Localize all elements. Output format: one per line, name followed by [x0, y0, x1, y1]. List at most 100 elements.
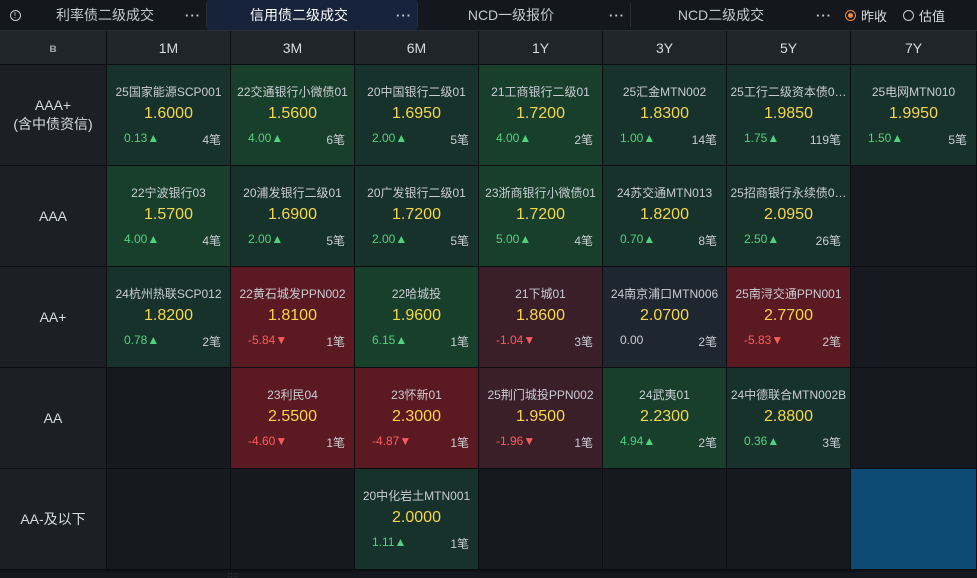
- bond-cell[interactable]: 20中化岩土MTN001 2.0000 1.11▲ 1笔: [355, 469, 479, 570]
- column-header[interactable]: 1M: [107, 31, 231, 65]
- tab-ncd-primary-quotes[interactable]: NCD一级报价 ···: [418, 0, 630, 30]
- empty-cell[interactable]: [851, 267, 977, 368]
- rating-label: AA+: [39, 308, 67, 325]
- bond-name: 20中化岩土MTN001: [362, 489, 471, 503]
- bond-cell[interactable]: 25工行二级资本债0… 1.9850 1.75▲ 119笔: [727, 65, 851, 166]
- yield-change: 2.00▲: [248, 232, 284, 246]
- bond-cell[interactable]: 22交通银行小微债01 1.5600 4.00▲ 6笔: [231, 65, 355, 166]
- empty-cell[interactable]: [231, 469, 355, 570]
- bond-cell[interactable]: 21下城01 1.8600 -1.04▼ 3笔: [479, 267, 603, 368]
- yield-change: 2.00▲: [372, 232, 408, 246]
- yield-change: -4.60▼: [248, 434, 288, 448]
- bond-cell[interactable]: 25荆门城投PPN002 1.9500 -1.96▼ 1笔: [479, 368, 603, 469]
- trade-count: 119笔: [809, 133, 841, 147]
- trade-count: 4笔: [202, 133, 221, 147]
- bond-cell[interactable]: 20中国银行二级01 1.6950 2.00▲ 5笔: [355, 65, 479, 166]
- bond-yield: 2.8800: [764, 408, 813, 425]
- tab-ncd-secondary-trades[interactable]: NCD二级成交 ···: [631, 0, 837, 30]
- yield-change: -5.84▼: [248, 333, 288, 347]
- trade-count: 1笔: [450, 436, 469, 450]
- bond-yield: 2.3000: [392, 408, 441, 425]
- bond-name: 24中德联合MTN002B: [730, 388, 847, 402]
- bond-logo-icon: ʙ: [49, 40, 57, 55]
- empty-cell[interactable]: [107, 469, 231, 570]
- more-options-icon[interactable]: ···: [391, 8, 417, 23]
- bond-name: 25南浔交通PPN001: [735, 287, 842, 301]
- info-button[interactable]: !: [0, 0, 30, 30]
- trade-count: 2笔: [698, 335, 717, 349]
- radio-label: 估值: [919, 8, 946, 24]
- column-header[interactable]: 6M: [355, 31, 479, 65]
- bond-yield: 1.8100: [268, 307, 317, 324]
- trade-count: 4笔: [574, 234, 593, 248]
- bond-cell[interactable]: 20广发银行二级01 1.7200 2.00▲ 5笔: [355, 166, 479, 267]
- bond-cell[interactable]: 24杭州热联SCP012 1.8200 0.78▲ 2笔: [107, 267, 231, 368]
- bond-cell[interactable]: 23浙商银行小微债01 1.7200 5.00▲ 4笔: [479, 166, 603, 267]
- bond-cell[interactable]: 20浦发银行二级01 1.6900 2.00▲ 5笔: [231, 166, 355, 267]
- bond-yield: 2.7700: [764, 307, 813, 324]
- bond-name: 25荆门城投PPN002: [487, 388, 594, 402]
- more-options-icon[interactable]: ···: [180, 8, 206, 23]
- price-basis-radio-group: 昨收 估值: [845, 0, 961, 30]
- bond-name: 21下城01: [515, 287, 566, 301]
- bond-cell[interactable]: 24苏交通MTN013 1.8200 0.70▲ 8笔: [603, 166, 727, 267]
- empty-cell[interactable]: [851, 469, 977, 570]
- empty-cell[interactable]: [107, 368, 231, 469]
- bond-cell[interactable]: 25国家能源SCP001 1.6000 0.13▲ 4笔: [107, 65, 231, 166]
- bond-cell[interactable]: 22黄石城发PPN002 1.8100 -5.84▼ 1笔: [231, 267, 355, 368]
- tab-credit-bond-trades[interactable]: 信用债二级成交 ···: [207, 0, 417, 30]
- bond-name: 25招商银行永续债0…: [730, 186, 847, 200]
- resize-handle[interactable]: ::::: [0, 572, 977, 578]
- bond-cell[interactable]: 23利民04 2.5500 -4.60▼ 1笔: [231, 368, 355, 469]
- bond-yield: 2.2300: [640, 408, 689, 425]
- yield-change: 4.00▲: [496, 131, 532, 145]
- bond-cell[interactable]: 22宁波银行03 1.5700 4.00▲ 4笔: [107, 166, 231, 267]
- column-header[interactable]: 3Y: [603, 31, 727, 65]
- yield-change: 0.78▲: [124, 333, 160, 347]
- bond-cell[interactable]: 24中德联合MTN002B 2.8800 0.36▲ 3笔: [727, 368, 851, 469]
- corner-header[interactable]: ʙ: [0, 31, 107, 65]
- empty-cell[interactable]: [727, 469, 851, 570]
- empty-cell[interactable]: [479, 469, 603, 570]
- trade-count: 4笔: [202, 234, 221, 248]
- bond-yield: 1.5600: [268, 105, 317, 122]
- radio-prev-close[interactable]: 昨收: [845, 6, 887, 25]
- trade-count: 1笔: [450, 537, 469, 551]
- column-header[interactable]: 3M: [231, 31, 355, 65]
- bond-cell[interactable]: 24南京浦口MTN006 2.0700 0.00 2笔: [603, 267, 727, 368]
- empty-cell[interactable]: [603, 469, 727, 570]
- bond-cell[interactable]: 22哈城投 1.9600 6.15▲ 1笔: [355, 267, 479, 368]
- radio-unchecked-icon: [903, 9, 915, 21]
- radio-valuation[interactable]: 估值: [903, 6, 945, 25]
- trade-count: 5笔: [450, 234, 469, 248]
- column-header[interactable]: 5Y: [727, 31, 851, 65]
- bond-cell[interactable]: 25南浔交通PPN001 2.7700 -5.83▼ 2笔: [727, 267, 851, 368]
- tab-label: 利率债二级成交: [56, 7, 154, 23]
- bond-cell[interactable]: 25汇金MTN002 1.8300 1.00▲ 14笔: [603, 65, 727, 166]
- yield-change: 4.94▲: [620, 434, 656, 448]
- bond-yield: 1.5700: [144, 206, 193, 223]
- trade-count: 2笔: [698, 436, 717, 450]
- yield-change: 1.11▲: [372, 535, 407, 549]
- bond-cell[interactable]: 23怀新01 2.3000 -4.87▼ 1笔: [355, 368, 479, 469]
- bond-cell[interactable]: 24武夷01 2.2300 4.94▲ 2笔: [603, 368, 727, 469]
- bond-yield: 1.7200: [516, 206, 565, 223]
- empty-cell[interactable]: [851, 166, 977, 267]
- bond-yield: 1.9850: [764, 105, 813, 122]
- yield-change: 0.00: [620, 333, 644, 347]
- rating-tenor-matrix: ʙ 1M 3M 6M 1Y 3Y 5Y 7Y AAA+ (含中债资信) 25国家能源…: [0, 31, 977, 570]
- more-options-icon[interactable]: ···: [604, 8, 630, 23]
- column-header[interactable]: 7Y: [851, 31, 977, 65]
- bond-cell[interactable]: 25电网MTN010 1.9950 1.50▲ 5笔: [851, 65, 977, 166]
- empty-cell[interactable]: [851, 368, 977, 469]
- bond-name: 22交通银行小微债01: [237, 85, 348, 99]
- bond-cell[interactable]: 21工商银行二级01 1.7200 4.00▲ 2笔: [479, 65, 603, 166]
- bond-cell[interactable]: 25招商银行永续债0… 2.0950 2.50▲ 26笔: [727, 166, 851, 267]
- tab-rate-bond-trades[interactable]: 利率债二级成交 ···: [30, 0, 206, 30]
- column-header[interactable]: 1Y: [479, 31, 603, 65]
- more-options-icon[interactable]: ···: [811, 8, 837, 23]
- trade-count: 2笔: [202, 335, 221, 349]
- info-icon: !: [9, 9, 21, 21]
- trade-count: 8笔: [698, 234, 717, 248]
- rating-label: AAA+: [34, 97, 72, 113]
